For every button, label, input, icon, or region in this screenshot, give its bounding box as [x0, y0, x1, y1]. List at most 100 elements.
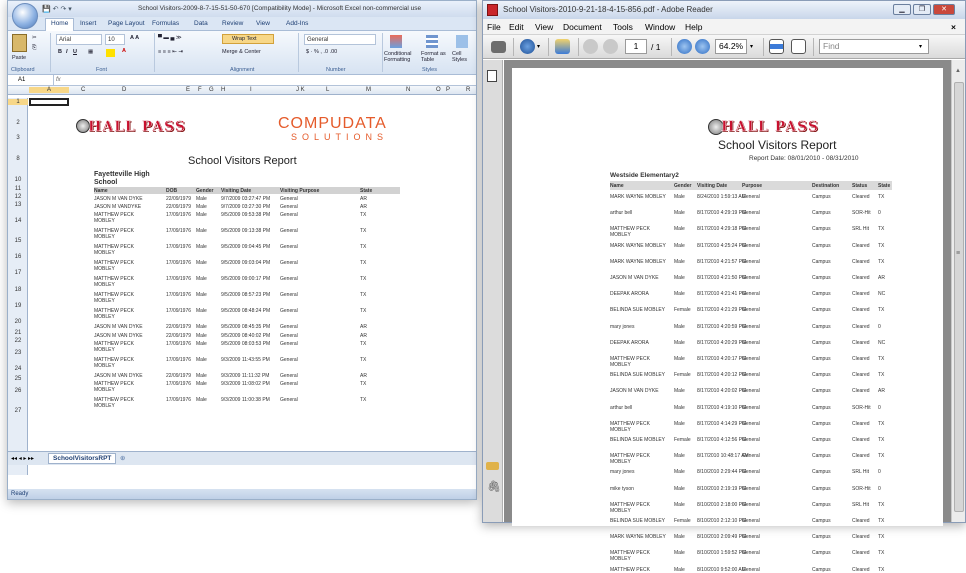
- row-header[interactable]: 12: [8, 194, 28, 200]
- column-header[interactable]: O: [436, 87, 441, 93]
- cell-styles-label[interactable]: Cell Styles: [452, 51, 474, 63]
- row-header[interactable]: 11: [8, 186, 28, 192]
- tab-review[interactable]: Review: [222, 20, 243, 27]
- tab-data[interactable]: Data: [194, 20, 208, 27]
- zoom-dropdown-icon[interactable]: ▾: [750, 43, 753, 50]
- row-header[interactable]: 18: [8, 287, 28, 293]
- maximize-button[interactable]: ❐: [913, 4, 931, 15]
- find-dropdown-icon[interactable]: ▾: [919, 43, 922, 50]
- column-header[interactable]: C: [81, 87, 85, 93]
- document-area[interactable]: HALL PASS School Visitors Report Report …: [504, 60, 951, 522]
- menu-file[interactable]: File: [487, 19, 501, 35]
- quick-access-toolbar[interactable]: 💾 ↶ ↷ ▾: [42, 2, 72, 18]
- underline-icon[interactable]: U: [73, 49, 77, 55]
- paste-label[interactable]: Paste: [12, 55, 26, 61]
- column-header[interactable]: P: [446, 87, 450, 93]
- row-header[interactable]: 20: [8, 319, 28, 325]
- active-cell[interactable]: [29, 98, 69, 106]
- previous-page-icon[interactable]: [583, 39, 598, 54]
- worksheet-grid[interactable]: 1 2 3 8 10 11 12 13 14 15 16 17 18 19 20…: [8, 98, 476, 475]
- sheet-nav-arrows[interactable]: ◂◂ ◂ ▸ ▸▸: [11, 455, 34, 462]
- row-header[interactable]: 26: [8, 388, 28, 394]
- fill-color-icon[interactable]: [106, 49, 115, 57]
- menu-window[interactable]: Window: [645, 19, 675, 35]
- menu-tools[interactable]: Tools: [613, 19, 633, 35]
- close-document-icon[interactable]: ×: [951, 19, 956, 35]
- format-as-table-icon[interactable]: [426, 35, 438, 48]
- row-header[interactable]: 24: [8, 366, 28, 372]
- comments-icon[interactable]: [486, 462, 499, 470]
- print-icon[interactable]: [491, 41, 506, 53]
- row-header[interactable]: 23: [8, 350, 28, 356]
- copy-icon[interactable]: ⎘: [32, 45, 36, 52]
- close-button[interactable]: ✕: [933, 4, 955, 15]
- next-page-icon[interactable]: [603, 39, 618, 54]
- sheet-tab-schoolvisitorsrpt[interactable]: SchoolVisitorsRPT: [48, 453, 116, 464]
- row-header[interactable]: 19: [8, 303, 28, 309]
- row-header[interactable]: 3: [8, 135, 28, 141]
- email-icon[interactable]: [520, 39, 535, 54]
- column-header[interactable]: J K: [296, 87, 305, 93]
- tab-insert[interactable]: Insert: [80, 20, 96, 27]
- insert-sheet-icon[interactable]: ⊕: [120, 454, 125, 462]
- menu-edit[interactable]: Edit: [509, 19, 524, 35]
- grow-font-icon[interactable]: A A: [130, 35, 139, 41]
- font-color-icon[interactable]: A: [122, 48, 126, 54]
- align-top-icon[interactable]: ▀ ▬ ▄ ≫: [158, 35, 182, 41]
- pages-icon[interactable]: [487, 70, 497, 82]
- column-header[interactable]: D: [122, 87, 126, 93]
- merge-center-button[interactable]: Merge & Center: [222, 49, 261, 55]
- column-header[interactable]: F: [198, 87, 202, 93]
- row-header[interactable]: 13: [8, 202, 28, 208]
- zoom-out-icon[interactable]: [677, 39, 692, 54]
- zoom-in-icon[interactable]: [695, 39, 710, 54]
- row-header[interactable]: 14: [8, 218, 28, 224]
- paste-icon[interactable]: [12, 34, 27, 52]
- tab-add-ins[interactable]: Add-Ins: [286, 20, 308, 27]
- page-number-input[interactable]: 1: [625, 39, 647, 54]
- italic-icon[interactable]: I: [66, 49, 68, 55]
- email-dropdown-icon[interactable]: ▾: [537, 43, 540, 50]
- font-name-box[interactable]: Arial: [56, 34, 102, 45]
- column-header[interactable]: G: [209, 87, 214, 93]
- menu-view[interactable]: View: [535, 19, 553, 35]
- number-format-box[interactable]: General: [304, 34, 376, 45]
- row-header[interactable]: 25: [8, 376, 28, 382]
- scroll-thumb[interactable]: [954, 82, 964, 512]
- borders-icon[interactable]: ▦: [88, 49, 93, 55]
- column-header[interactable]: E: [186, 87, 190, 93]
- row-header[interactable]: 21: [8, 330, 28, 336]
- tab-page-layout[interactable]: Page Layout: [108, 20, 145, 27]
- cell-styles-icon[interactable]: [456, 35, 468, 48]
- name-box[interactable]: A1: [10, 75, 54, 85]
- cut-icon[interactable]: ✂: [32, 35, 37, 41]
- minimize-button[interactable]: ▁: [893, 4, 911, 15]
- zoom-level-select[interactable]: 64.2%: [715, 39, 747, 54]
- fit-page-icon[interactable]: [791, 39, 806, 54]
- column-header[interactable]: M: [366, 87, 371, 93]
- collaborate-icon[interactable]: [555, 39, 570, 54]
- row-header[interactable]: 22: [8, 338, 28, 344]
- column-header[interactable]: I: [250, 87, 252, 93]
- vertical-scrollbar[interactable]: ▲ ≡: [951, 60, 965, 522]
- find-input[interactable]: Find: [819, 39, 929, 54]
- row-header[interactable]: 15: [8, 238, 28, 244]
- align-left-icon[interactable]: ≡ ≡ ≡ ⇤ ⇥: [158, 49, 183, 55]
- row-header[interactable]: 17: [8, 270, 28, 276]
- attachments-icon[interactable]: 🖇: [487, 480, 501, 493]
- conditional-formatting-label[interactable]: Conditional Formatting: [384, 51, 420, 63]
- row-header[interactable]: 27: [8, 408, 28, 414]
- currency-icon[interactable]: $ · % , .0 .00: [306, 49, 337, 55]
- format-as-table-label[interactable]: Format as Table: [421, 51, 449, 63]
- menu-help[interactable]: Help: [685, 19, 702, 35]
- font-size-box[interactable]: 10: [105, 34, 125, 45]
- conditional-formatting-icon[interactable]: [390, 35, 402, 48]
- office-button[interactable]: [12, 3, 38, 29]
- row-header[interactable]: 10: [8, 177, 28, 183]
- row-header[interactable]: 2: [8, 120, 28, 126]
- column-header[interactable]: H: [221, 87, 225, 93]
- tab-home[interactable]: Home: [45, 18, 74, 31]
- bold-icon[interactable]: B: [58, 49, 62, 55]
- column-header[interactable]: A: [29, 87, 69, 93]
- fit-width-icon[interactable]: [769, 39, 784, 54]
